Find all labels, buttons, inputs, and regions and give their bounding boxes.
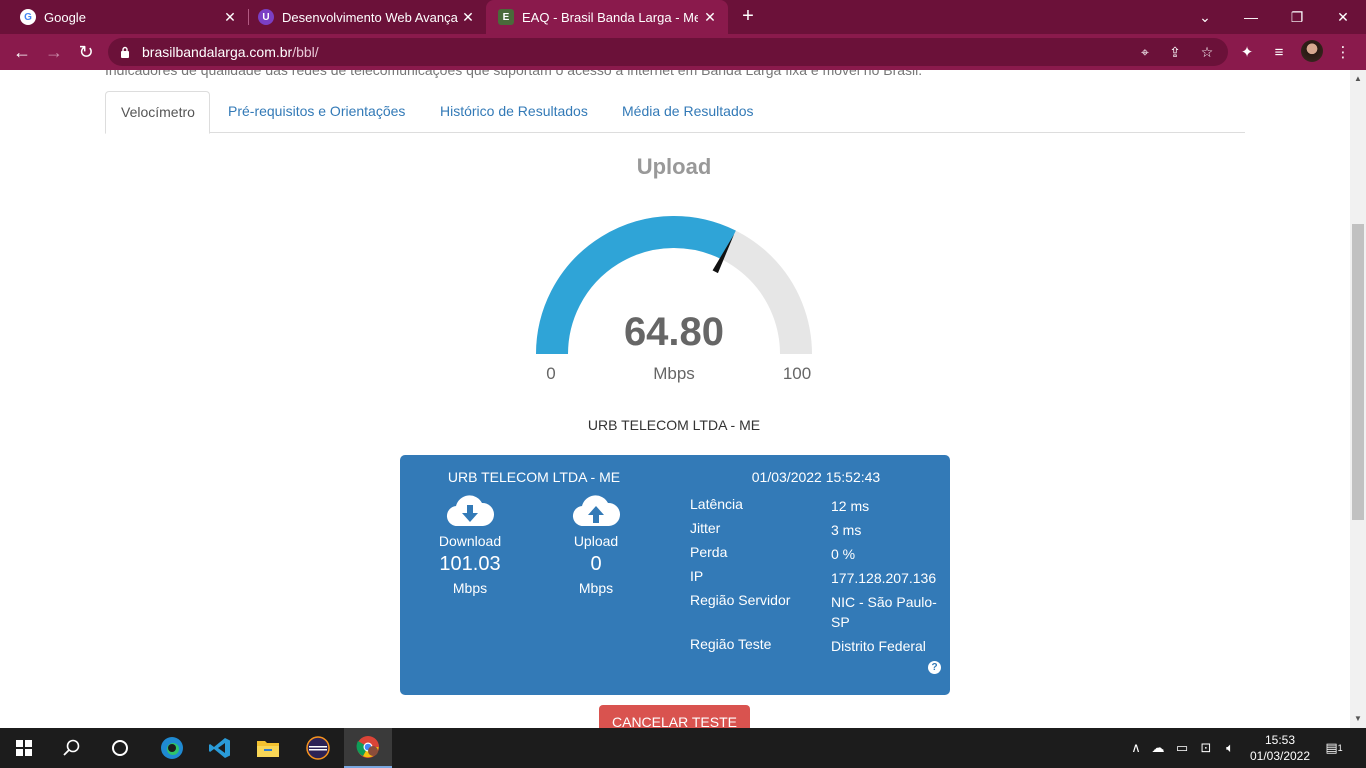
tab-title: EAQ - Brasil Banda Larga - Meça	[522, 9, 698, 25]
edge-icon[interactable]	[148, 728, 196, 768]
bookmark-star-icon[interactable]: ☆	[1198, 43, 1216, 61]
tab-title: Google	[44, 9, 86, 25]
share-icon[interactable]: ⇪	[1166, 43, 1184, 61]
cortana-icon[interactable]	[96, 728, 144, 768]
shield-u-icon: U	[258, 9, 274, 25]
tab-eaq[interactable]: E EAQ - Brasil Banda Larga - Meça ✕	[486, 0, 728, 34]
browser-tab-bar: G Google ✕ U Desenvolvimento Web Avançad…	[0, 0, 1366, 34]
help-icon[interactable]: ?	[928, 661, 941, 674]
upload-value: 0	[590, 553, 602, 575]
chevron-up-icon[interactable]: ∧	[1126, 738, 1146, 758]
scroll-down-arrow[interactable]: ▼	[1350, 712, 1366, 726]
upload-label: Upload	[573, 533, 619, 549]
search-icon[interactable]	[48, 728, 96, 768]
provider-name: URB TELECOM LTDA - ME	[587, 417, 761, 433]
reload-icon[interactable]: ↻	[74, 40, 98, 64]
intro-text: Indicadores de qualidade das redes de te…	[105, 70, 923, 78]
cancel-test-button[interactable]: CANCELAR TESTE	[599, 705, 750, 728]
tab-search-button[interactable]: ⌄	[1182, 0, 1228, 34]
windows-taskbar: ∧ ☁ ▭ ⊡ 🔈︎ 15:53 01/03/2022 ▤ 1	[0, 728, 1366, 768]
download-unit: Mbps	[452, 580, 488, 596]
stat-key: Jitter	[690, 520, 721, 536]
lock-icon	[121, 46, 129, 58]
url-path: /bbl/	[292, 44, 319, 60]
download-label: Download	[438, 533, 502, 549]
more-menu-icon[interactable]: ⋮	[1332, 41, 1354, 63]
forward-arrow-icon[interactable]: →	[42, 40, 66, 64]
scroll-up-arrow[interactable]: ▲	[1350, 72, 1366, 86]
stat-value: 177.128.207.136	[831, 570, 937, 586]
network-icon[interactable]: ⊡	[1196, 738, 1216, 758]
gauge-unit: Mbps	[653, 364, 695, 383]
stat-key: Latência	[690, 496, 743, 512]
stat-value: Distrito Federal	[831, 638, 926, 654]
tab-historico[interactable]: Histórico de Resultados	[425, 91, 603, 133]
vscode-icon[interactable]	[196, 728, 244, 768]
tab-velocimetro[interactable]: Velocímetro	[105, 91, 210, 134]
tab-pre-requisitos[interactable]: Pré-requisitos e Orientações	[213, 91, 420, 133]
download-value: 101.03	[439, 553, 501, 575]
address-bar[interactable]: brasilbandalarga.com.br/bbl/ ⌖ ⇪ ☆	[108, 38, 1228, 66]
result-datetime: 01/03/2022 15:52:43	[751, 469, 881, 485]
stat-value: NIC - São Paulo-SP	[831, 594, 937, 630]
close-icon[interactable]: ✕	[702, 9, 718, 25]
onedrive-cloud-icon[interactable]: ☁	[1148, 738, 1168, 758]
stat-value: 3 ms	[831, 522, 862, 538]
eclipse-icon[interactable]	[294, 728, 342, 768]
location-blocked-icon[interactable]: ⌖	[1136, 43, 1154, 61]
windows-start-icon[interactable]	[0, 728, 48, 768]
volume-icon[interactable]: 🔈︎	[1220, 738, 1240, 758]
upload-metric: Upload 0 Mbps	[536, 493, 656, 596]
back-arrow-icon[interactable]: ←	[10, 40, 34, 64]
gauge-min: 0	[546, 364, 556, 383]
taskbar-clock[interactable]: 15:53 01/03/2022	[1240, 732, 1320, 764]
tab-google[interactable]: G Google ✕	[8, 0, 248, 34]
stat-key: IP	[690, 568, 704, 584]
eaq-icon: E	[498, 9, 514, 25]
result-provider: URB TELECOM LTDA - ME	[447, 469, 621, 485]
close-window-button[interactable]: ✕	[1320, 0, 1366, 34]
gauge-max: 100	[782, 364, 812, 383]
chrome-icon[interactable]	[344, 728, 392, 768]
notification-count: 1	[1337, 743, 1343, 753]
stat-key: Perda	[690, 544, 728, 560]
result-card: URB TELECOM LTDA - ME 01/03/2022 15:52:4…	[400, 455, 950, 695]
file-explorer-icon[interactable]	[244, 728, 292, 768]
page-content: Indicadores de qualidade das redes de te…	[0, 70, 1350, 728]
clock-date: 01/03/2022	[1249, 749, 1311, 763]
cloud-upload-icon	[573, 495, 620, 527]
tab-desenvolvimento-web[interactable]: U Desenvolvimento Web Avançado ✕	[248, 0, 486, 34]
cloud-download-icon	[447, 495, 494, 527]
restore-button[interactable]: ❐	[1274, 0, 1320, 34]
upload-unit: Mbps	[578, 580, 614, 596]
page-tabs: Velocímetro Pré-requisitos e Orientações…	[105, 91, 1245, 134]
google-icon: G	[20, 9, 36, 25]
url-text: brasilbandalarga.com.br/bbl/	[142, 44, 319, 60]
gauge-value: 64.80	[623, 310, 725, 354]
gauge-title: Upload	[636, 154, 712, 179]
stat-value: 0 %	[831, 546, 856, 562]
url-host: brasilbandalarga.com.br	[142, 44, 293, 60]
stat-key: Região Servidor	[690, 592, 791, 608]
media-queue-icon[interactable]: ≡	[1268, 41, 1290, 63]
extensions-puzzle-icon[interactable]: ✦	[1236, 41, 1258, 63]
clock-time: 15:53	[1264, 733, 1296, 747]
tab-title: Desenvolvimento Web Avançado	[282, 9, 458, 25]
close-icon[interactable]: ✕	[222, 9, 238, 25]
stat-key: Região Teste	[690, 636, 772, 652]
scroll-thumb[interactable]	[1352, 224, 1364, 520]
profile-avatar[interactable]	[1301, 40, 1323, 62]
close-icon[interactable]: ✕	[460, 9, 476, 25]
stat-value: 12 ms	[831, 498, 870, 514]
download-metric: Download 101.03 Mbps	[410, 493, 530, 596]
new-tab-button[interactable]: +	[738, 6, 758, 27]
notification-icon[interactable]: ▤ 1	[1322, 737, 1346, 759]
tab-media[interactable]: Média de Resultados	[607, 91, 769, 133]
browser-toolbar: ← → ↻ brasilbandalarga.com.br/bbl/ ⌖ ⇪ ☆…	[0, 34, 1366, 70]
battery-icon[interactable]: ▭	[1172, 738, 1192, 758]
minimize-button[interactable]: —	[1228, 0, 1274, 34]
